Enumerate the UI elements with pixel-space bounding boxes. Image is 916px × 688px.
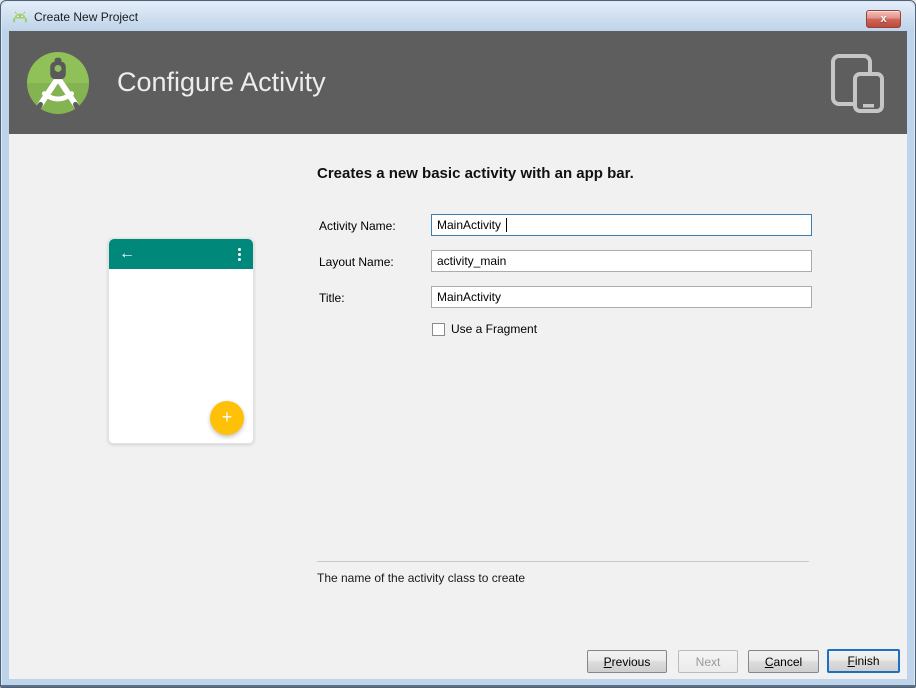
back-arrow-icon: ← bbox=[119, 246, 135, 262]
overflow-menu-icon bbox=[238, 248, 241, 261]
phone-tablet-icon bbox=[828, 52, 890, 114]
use-fragment-label: Use a Fragment bbox=[451, 322, 537, 336]
wizard-body: ← + Creates a new basic activity with an… bbox=[9, 134, 907, 679]
cancel-button[interactable]: Cancel bbox=[748, 650, 819, 673]
use-fragment-row: Use a Fragment bbox=[432, 322, 537, 336]
title-input[interactable] bbox=[431, 286, 812, 308]
create-new-project-dialog: Create New Project x Configure Activity bbox=[0, 0, 916, 688]
title-label: Title: bbox=[319, 291, 345, 305]
use-fragment-checkbox[interactable] bbox=[432, 323, 445, 336]
finish-button[interactable]: Finish bbox=[827, 649, 900, 673]
window-title: Create New Project bbox=[34, 10, 138, 24]
android-app-icon bbox=[12, 9, 28, 25]
activity-preview-thumbnail: ← + bbox=[108, 238, 254, 444]
text-caret bbox=[506, 218, 507, 232]
help-divider bbox=[317, 561, 809, 562]
previous-button[interactable]: Previous bbox=[587, 650, 667, 673]
wizard-header: Configure Activity bbox=[9, 31, 907, 134]
preview-appbar: ← bbox=[109, 239, 253, 269]
layout-name-input[interactable] bbox=[431, 250, 812, 272]
field-help-text: The name of the activity class to create bbox=[317, 571, 525, 585]
layout-name-label: Layout Name: bbox=[319, 255, 394, 269]
next-button: Next bbox=[678, 650, 738, 673]
activity-name-label: Activity Name: bbox=[319, 219, 396, 233]
fab-plus-icon: + bbox=[210, 401, 244, 435]
close-button[interactable]: x bbox=[866, 10, 901, 28]
titlebar[interactable]: Create New Project x bbox=[2, 2, 914, 31]
activity-name-input[interactable] bbox=[431, 214, 812, 236]
wizard-step-title: Configure Activity bbox=[117, 67, 326, 98]
template-description: Creates a new basic activity with an app… bbox=[317, 165, 634, 182]
android-studio-logo-icon bbox=[26, 51, 90, 115]
